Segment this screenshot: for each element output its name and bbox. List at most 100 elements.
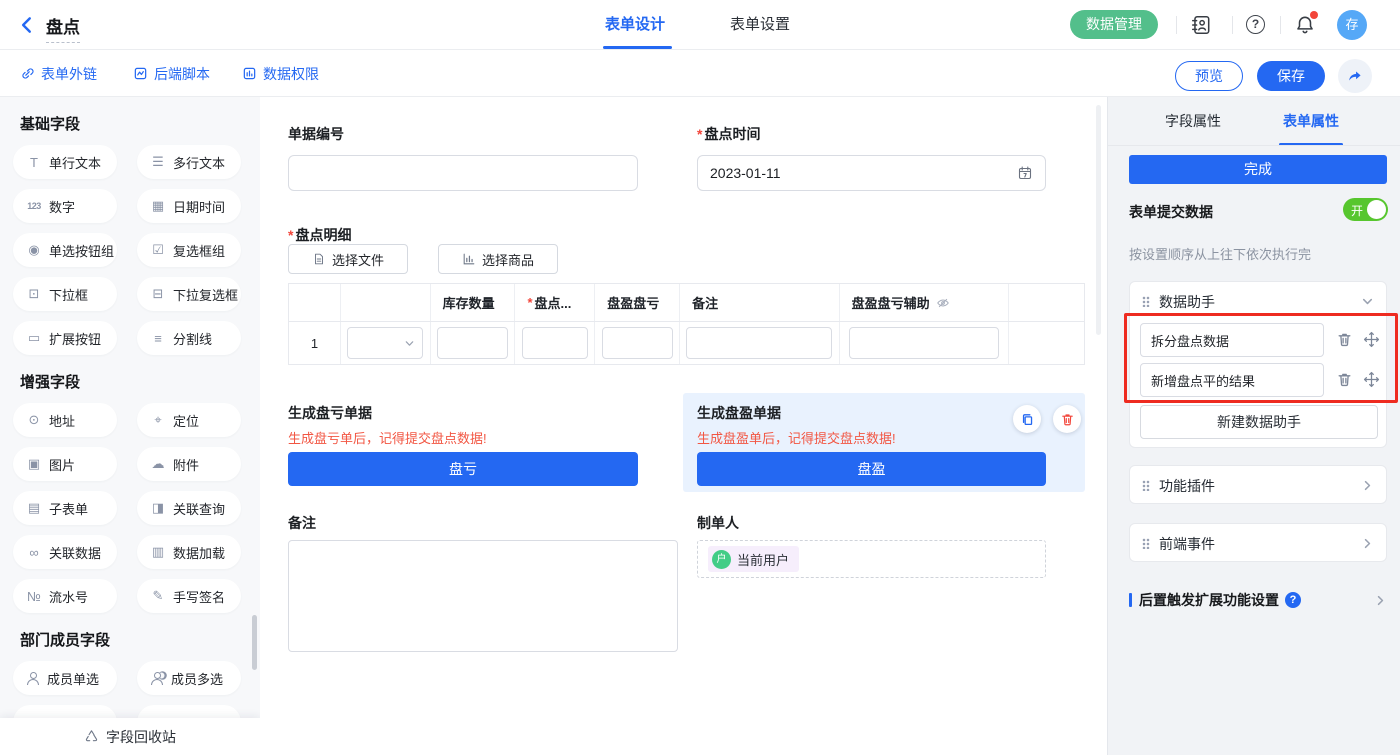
question-help-icon[interactable]: ? xyxy=(1285,592,1301,608)
profit-button[interactable]: 盘盈 xyxy=(697,452,1046,486)
drag-handle-icon[interactable] xyxy=(1142,538,1150,549)
done-button[interactable]: 完成 xyxy=(1129,155,1387,184)
field-label: 单选按钮组 xyxy=(49,241,114,260)
drag-handle-icon[interactable] xyxy=(1142,480,1150,491)
delete-assistant-icon[interactable] xyxy=(1336,331,1353,348)
select-file-button[interactable]: 选择文件 xyxy=(288,244,408,274)
assistant-item[interactable]: 新增盘点平的结果 xyxy=(1140,363,1324,397)
header-aux[interactable]: 盘盈盘亏辅助 xyxy=(840,284,1010,321)
field-item-multi-line-text[interactable]: ☰多行文本 xyxy=(137,145,241,179)
field-item-radio-group[interactable]: ◉单选按钮组 xyxy=(13,233,117,267)
submit-data-toggle[interactable]: 开 xyxy=(1343,198,1388,221)
select-product-label: 选择商品 xyxy=(482,250,534,269)
contact-book-icon[interactable] xyxy=(1190,14,1212,36)
post-trigger-setting[interactable]: 后置触发扩展功能设置 ? xyxy=(1129,590,1387,610)
drag-handle-icon[interactable] xyxy=(1142,296,1150,307)
header-count[interactable]: *盘点... xyxy=(515,284,595,321)
data-permission-link[interactable]: 数据权限 xyxy=(242,63,319,84)
calendar-icon[interactable] xyxy=(1017,165,1033,181)
select-product-button[interactable]: 选择商品 xyxy=(438,244,558,274)
header-remark[interactable]: 备注 xyxy=(680,284,840,321)
tab-form-design[interactable]: 表单设计 xyxy=(605,0,665,49)
share-button[interactable] xyxy=(1338,59,1372,93)
stock-input[interactable] xyxy=(437,327,508,359)
save-button[interactable]: 保存 xyxy=(1257,61,1325,91)
chevron-down-icon[interactable] xyxy=(1361,295,1374,308)
checkbox-group-icon: ☑ xyxy=(150,242,166,258)
time-label: *盘点时间 xyxy=(697,124,760,144)
field-item-image[interactable]: ▣图片 xyxy=(13,447,117,481)
assistant-item[interactable]: 拆分盘点数据 xyxy=(1140,323,1324,357)
user-avatar[interactable]: 存 xyxy=(1337,10,1367,40)
field-item-location[interactable]: ⌖定位 xyxy=(137,403,241,437)
move-assistant-icon[interactable] xyxy=(1363,371,1380,388)
field-item-extend-button[interactable]: ▭扩展按钮 xyxy=(13,321,117,355)
back-icon[interactable] xyxy=(16,14,38,36)
loss-button[interactable]: 盘亏 xyxy=(288,452,638,486)
current-user-tag[interactable]: 户 当前用户 xyxy=(708,546,799,572)
frontend-event-card[interactable]: 前端事件 xyxy=(1129,523,1387,562)
divider xyxy=(1176,16,1177,34)
field-item-attachment[interactable]: ☁附件 xyxy=(137,447,241,481)
doc-no-input[interactable] xyxy=(288,155,638,191)
new-assistant-button[interactable]: 新建数据助手 xyxy=(1140,405,1378,439)
remark-textarea[interactable] xyxy=(288,540,678,652)
field-item-single-line-text[interactable]: T单行文本 xyxy=(13,145,117,179)
field-item-number[interactable]: 123数字 xyxy=(13,189,117,223)
properties-panel: 字段属性 表单属性 完成 表单提交数据 开 按设置顺序从上往下依次执行完 数据助… xyxy=(1107,97,1400,755)
count-input[interactable] xyxy=(522,327,588,359)
recycle-icon xyxy=(84,729,99,744)
eye-hidden-icon[interactable] xyxy=(936,296,950,310)
tab-form-properties[interactable]: 表单属性 xyxy=(1283,97,1339,145)
tab-field-properties[interactable]: 字段属性 xyxy=(1165,97,1221,145)
product-select[interactable] xyxy=(347,327,423,359)
form-external-link[interactable]: 表单外链 xyxy=(20,63,97,84)
chevron-right-icon[interactable] xyxy=(1361,479,1374,492)
field-label: 下拉框 xyxy=(49,285,88,304)
data-manage-button[interactable]: 数据管理 xyxy=(1070,10,1158,39)
diff-input[interactable] xyxy=(602,327,673,359)
copy-field-button[interactable] xyxy=(1013,405,1041,433)
field-item-linked-query[interactable]: ◨关联查询 xyxy=(137,491,241,525)
field-item-data-load[interactable]: ▥数据加载 xyxy=(137,535,241,569)
delete-field-button[interactable] xyxy=(1053,405,1081,433)
field-item-datetime[interactable]: ▦日期时间 xyxy=(137,189,241,223)
creator-field[interactable]: 户 当前用户 xyxy=(697,540,1046,578)
file-icon xyxy=(312,252,326,266)
backend-script-link[interactable]: 后端脚本 xyxy=(133,63,210,84)
number-icon: 123 xyxy=(26,201,42,211)
preview-button[interactable]: 预览 xyxy=(1175,61,1243,91)
serial-number-icon: № xyxy=(26,589,42,604)
aux-input[interactable] xyxy=(849,327,999,359)
delete-assistant-icon[interactable] xyxy=(1336,371,1353,388)
chevron-right-icon[interactable] xyxy=(1361,537,1374,550)
field-item-serial-number[interactable]: №流水号 xyxy=(13,579,117,613)
field-item-member-multi[interactable]: 成员多选 xyxy=(137,661,241,695)
field-item-signature[interactable]: ✎手写签名 xyxy=(137,579,241,613)
field-item-address[interactable]: ⊙地址 xyxy=(13,403,117,437)
tab-form-settings[interactable]: 表单设置 xyxy=(730,0,790,49)
data-assistant-header[interactable]: 数据助手 xyxy=(1130,282,1386,321)
field-item-subform[interactable]: ▤子表单 xyxy=(13,491,117,525)
field-item-dropdown[interactable]: ⊡下拉框 xyxy=(13,277,117,311)
canvas-scrollbar[interactable] xyxy=(1096,105,1101,335)
time-input[interactable]: 2023-01-11 xyxy=(697,155,1046,191)
header-diff[interactable]: 盘盈盘亏 xyxy=(595,284,680,321)
header-stock[interactable]: 库存数量 xyxy=(431,284,516,321)
remark-input[interactable] xyxy=(686,327,832,359)
plugin-card[interactable]: 功能插件 xyxy=(1129,465,1387,504)
field-item-member-single[interactable]: 成员单选 xyxy=(13,661,117,695)
page-title[interactable]: 盘点 xyxy=(46,13,80,43)
field-label: 数据加载 xyxy=(173,543,225,562)
field-library-sidebar: 基础字段 T单行文本 ☰多行文本 123数字 ▦日期时间 ◉单选按钮组 ☑复选框… xyxy=(0,97,260,755)
chevron-right-icon[interactable] xyxy=(1374,594,1387,607)
field-item-dropdown-multi[interactable]: ⊟下拉复选框 xyxy=(137,277,241,311)
help-icon[interactable]: ? xyxy=(1246,15,1265,34)
move-assistant-icon[interactable] xyxy=(1363,331,1380,348)
sidebar-scrollbar[interactable] xyxy=(252,615,257,670)
field-item-checkbox-group[interactable]: ☑复选框组 xyxy=(137,233,241,267)
table-header-row: 库存数量 *盘点... 盘盈盘亏 备注 盘盈盘亏辅助 xyxy=(289,284,1084,322)
field-item-divider[interactable]: ≡分割线 xyxy=(137,321,241,355)
field-item-linked-data[interactable]: ∞关联数据 xyxy=(13,535,117,569)
field-recycle-bin[interactable]: 字段回收站 xyxy=(0,718,260,755)
